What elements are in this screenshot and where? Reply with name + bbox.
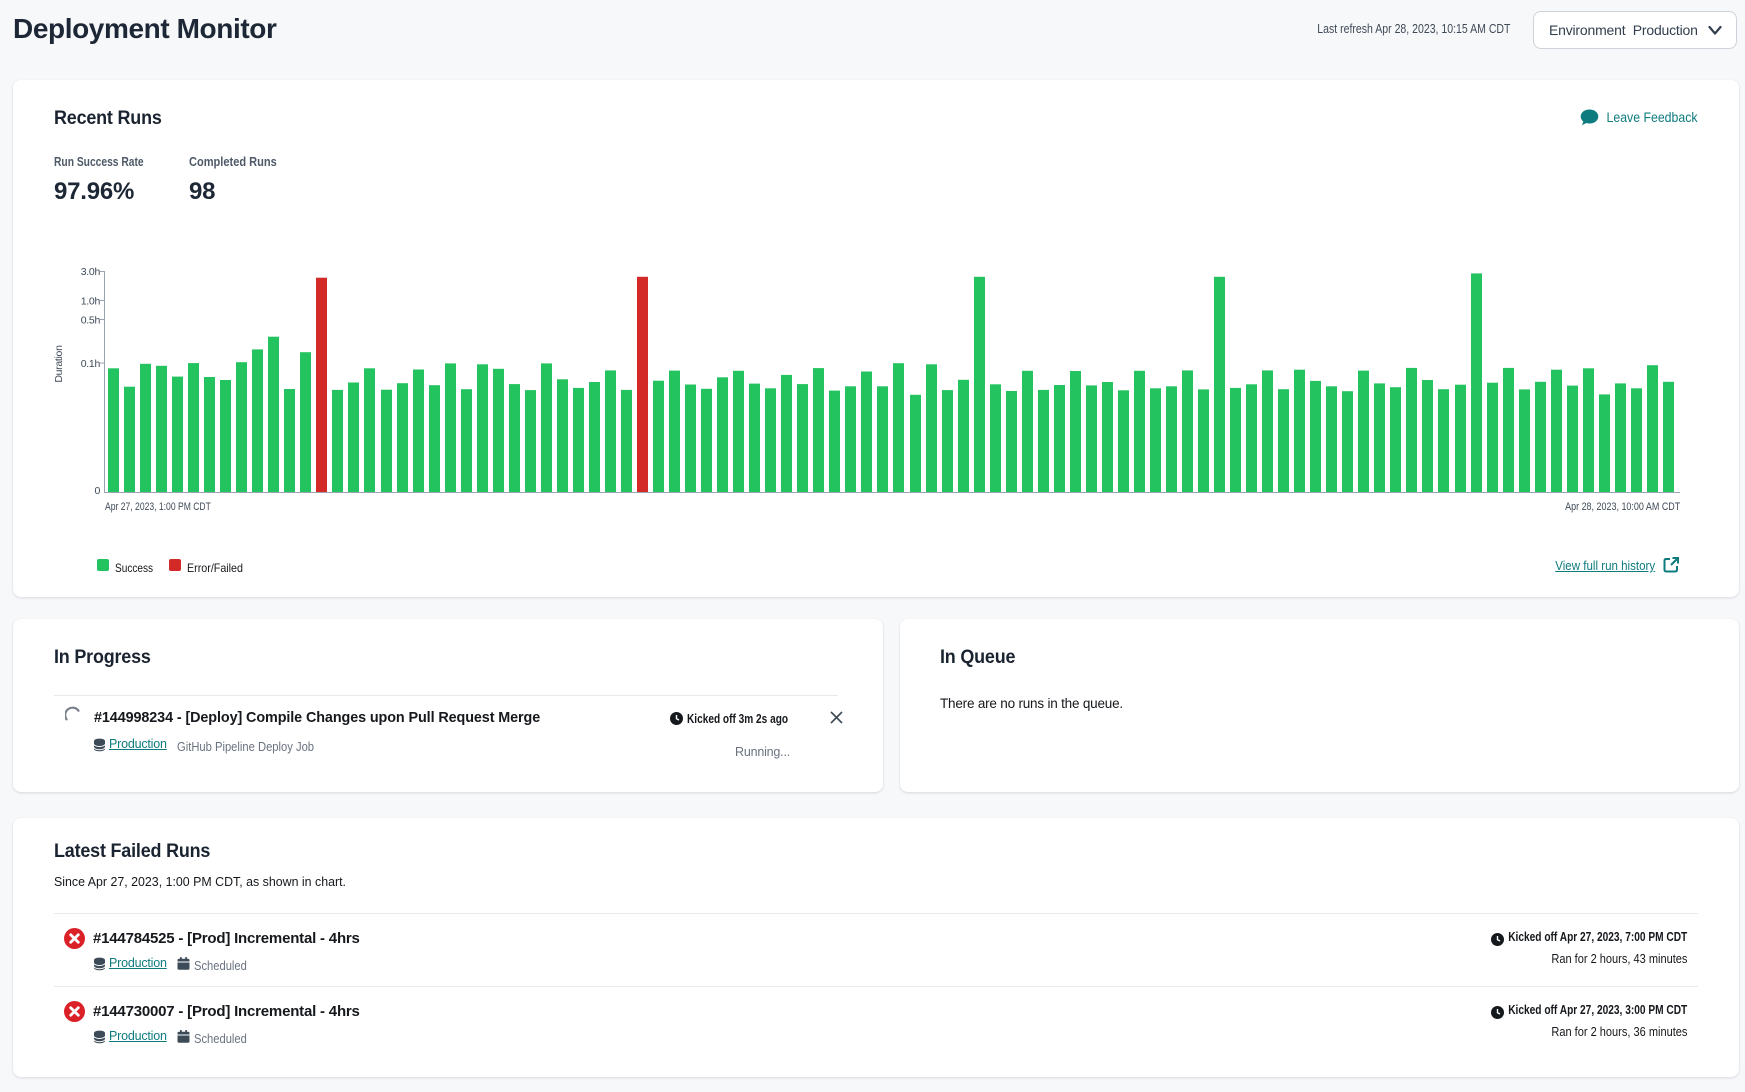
svg-text:0.1h: 0.1h [81, 358, 101, 370]
svg-text:3.0h: 3.0h [81, 266, 101, 278]
svg-text:0: 0 [94, 485, 100, 497]
svg-text:1.0h: 1.0h [81, 296, 101, 308]
svg-text:Duration: Duration [53, 345, 65, 383]
svg-text:0.5h: 0.5h [81, 315, 101, 327]
